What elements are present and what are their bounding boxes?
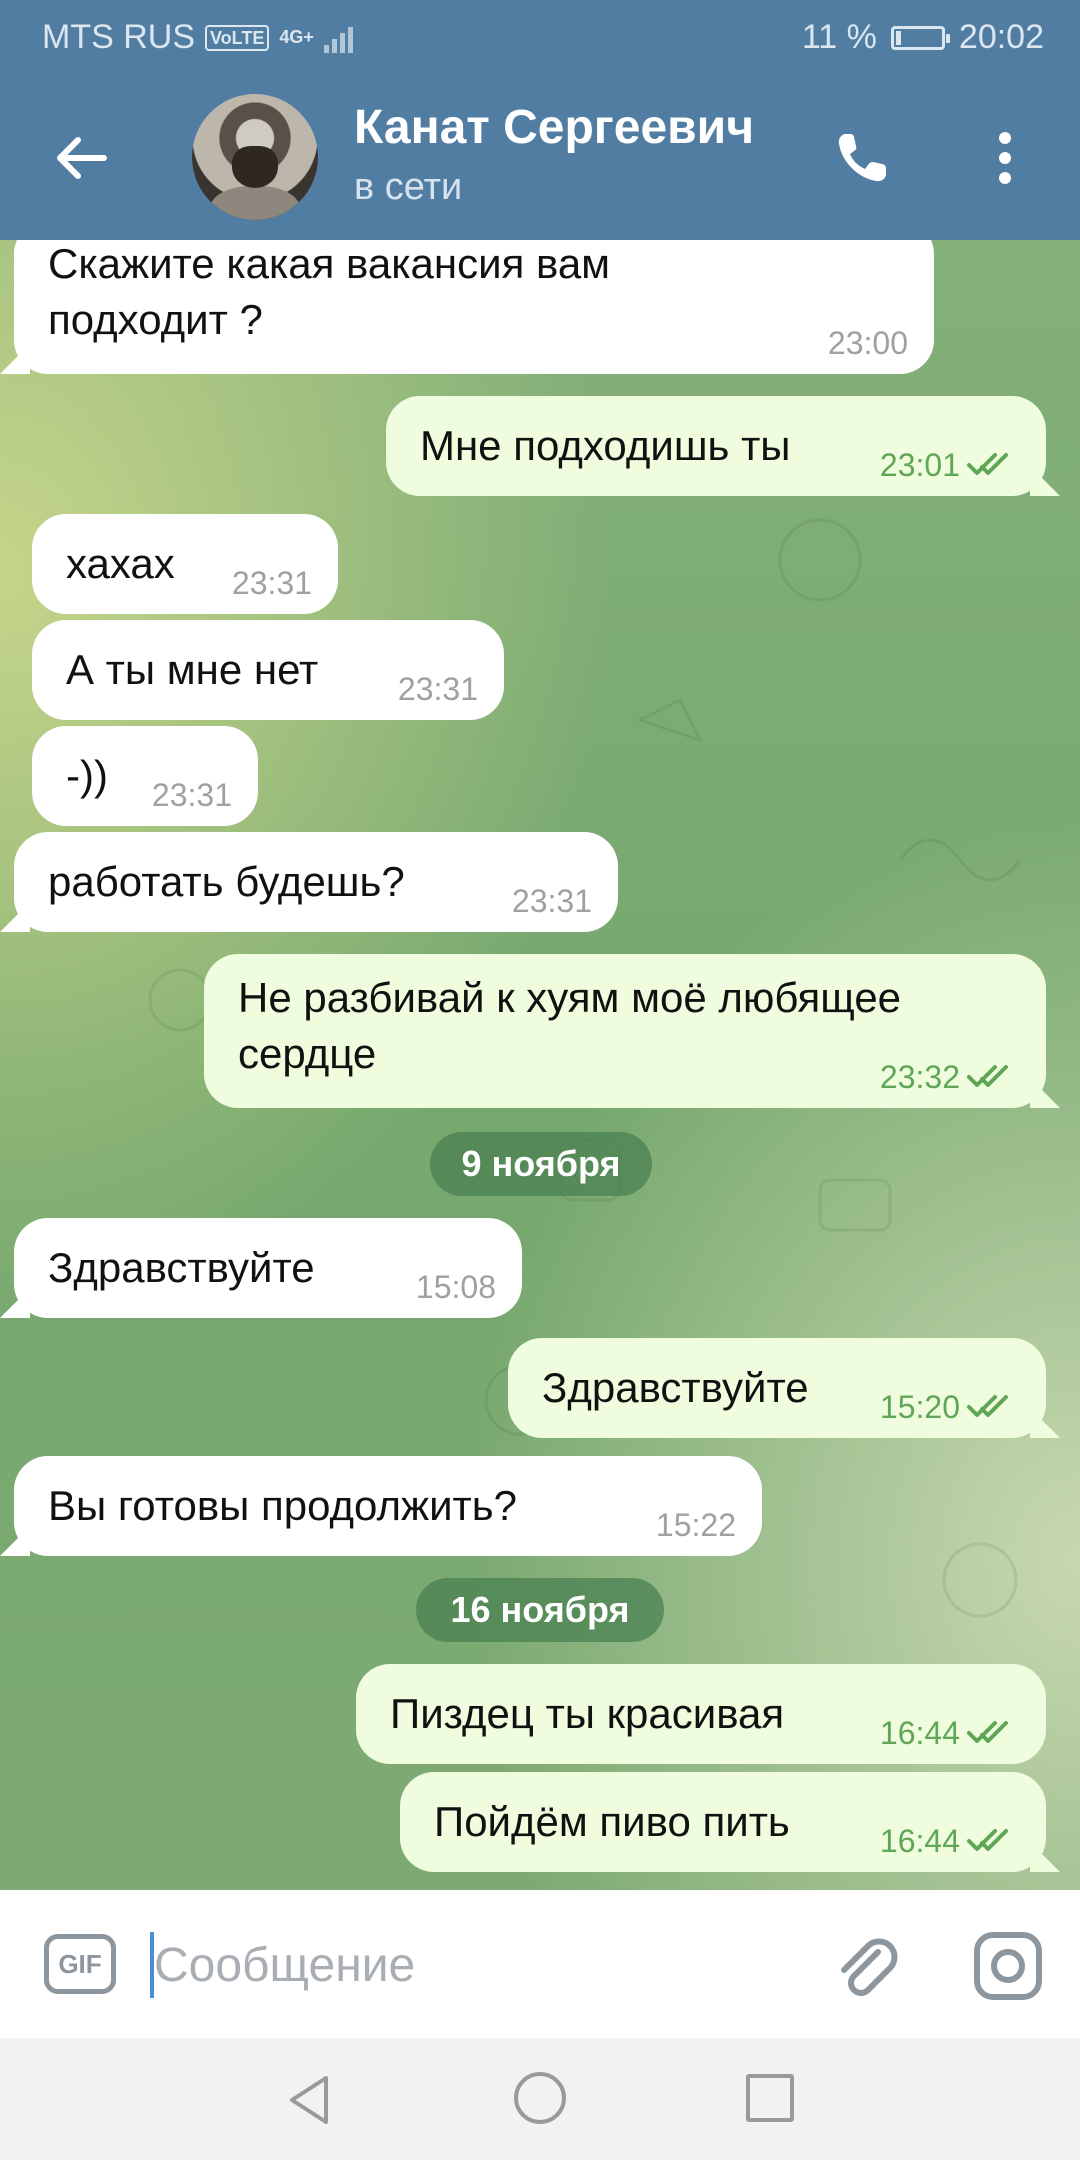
carrier-label: MTS RUS	[42, 18, 195, 56]
double-check-icon	[967, 1829, 1008, 1851]
message-time: 23:32	[879, 1059, 960, 1095]
status-bar: MTS RUS VoLTE 4G+ 11 % 20:02	[0, 0, 1080, 74]
nav-recents-icon[interactable]	[746, 2074, 794, 2122]
message-text: Не разбивай к хуям моё любящее сердце	[238, 974, 902, 1077]
message-text: Здравствуйте	[48, 1244, 315, 1291]
signal-icon	[323, 23, 353, 53]
message-text: Скажите какая вакансия вам подходит ?	[48, 240, 611, 343]
paperclip-icon[interactable]	[830, 1930, 900, 2000]
battery-percent: 11 %	[801, 18, 877, 56]
clock: 20:02	[958, 18, 1044, 56]
incoming-message[interactable]: работать будешь? 23:31	[14, 832, 618, 932]
incoming-message[interactable]: -)) 23:31	[32, 726, 258, 826]
system-navigation-bar	[0, 2038, 1080, 2160]
network-type-label: 4G+	[279, 27, 314, 47]
message-time: 23:00	[827, 325, 908, 361]
outgoing-message[interactable]: Не разбивай к хуям моё любящее сердце 23:…	[204, 954, 1046, 1108]
message-text: А ты мне нет	[66, 646, 319, 693]
message-text: Пойдём пиво пить	[434, 1798, 790, 1845]
incoming-message[interactable]: Здравствуйте 15:08	[14, 1218, 522, 1318]
nav-home-icon[interactable]	[514, 2072, 566, 2124]
more-vertical-icon[interactable]	[990, 128, 1020, 188]
message-time: 23:31	[231, 565, 312, 601]
message-time: 16:44	[879, 1715, 960, 1751]
composer-bar: GIF	[0, 1890, 1080, 2038]
double-check-icon	[967, 1721, 1008, 1743]
avatar[interactable]	[192, 94, 318, 220]
message-time: 23:31	[397, 671, 478, 707]
outgoing-message[interactable]: Пиздец ты красивая 16:44	[356, 1664, 1046, 1764]
message-time: 23:01	[879, 447, 960, 483]
message-text: Пиздец ты красивая	[390, 1690, 785, 1737]
phone-icon[interactable]	[832, 128, 892, 188]
double-check-icon	[967, 1065, 1008, 1087]
message-time: 16:44	[879, 1823, 960, 1859]
outgoing-message[interactable]: Пойдём пиво пить 16:44	[400, 1772, 1046, 1872]
nav-back-icon[interactable]	[282, 2072, 338, 2128]
back-arrow-icon[interactable]	[52, 128, 112, 188]
message-time: 23:31	[511, 883, 592, 919]
message-time: 15:22	[655, 1507, 736, 1543]
date-separator: 16 ноября	[416, 1578, 664, 1642]
outgoing-message[interactable]: Здравствуйте 15:20	[508, 1338, 1046, 1438]
outgoing-message[interactable]: Мне подходишь ты 23:01	[386, 396, 1046, 496]
battery-icon	[890, 25, 950, 50]
volte-badge: VoLTE	[205, 24, 270, 51]
chat-header: Канат Сергеевич в сети	[0, 74, 1080, 240]
incoming-message[interactable]: Вы готовы продолжить? 15:22	[14, 1456, 762, 1556]
camera-icon[interactable]	[972, 1930, 1044, 2002]
gif-button[interactable]: GIF	[44, 1934, 116, 1994]
incoming-message[interactable]: хахах 23:31	[32, 514, 338, 614]
message-text: Мне подходишь ты	[420, 422, 791, 469]
date-separator: 9 ноября	[430, 1132, 652, 1196]
double-check-icon	[967, 453, 1008, 475]
message-text: Вы готовы продолжить?	[48, 1482, 518, 1529]
chat-area[interactable]: Скажите какая вакансия вам подходит ? 23:…	[0, 240, 1080, 1890]
message-time: 23:31	[151, 777, 232, 813]
message-time: 15:20	[879, 1389, 960, 1425]
message-text: работать будешь?	[48, 858, 405, 905]
incoming-message[interactable]: Скажите какая вакансия вам подходит ? 23:…	[14, 240, 934, 374]
contact-name[interactable]: Канат Сергеевич	[354, 100, 784, 155]
message-text: -))	[66, 752, 108, 799]
double-check-icon	[967, 1395, 1008, 1417]
message-input[interactable]	[154, 1920, 794, 2010]
message-text: хахах	[66, 540, 175, 587]
contact-status: в сети	[354, 166, 463, 208]
incoming-message[interactable]: А ты мне нет 23:31	[32, 620, 504, 720]
message-text: Здравствуйте	[542, 1364, 809, 1411]
message-time: 15:08	[415, 1269, 496, 1305]
